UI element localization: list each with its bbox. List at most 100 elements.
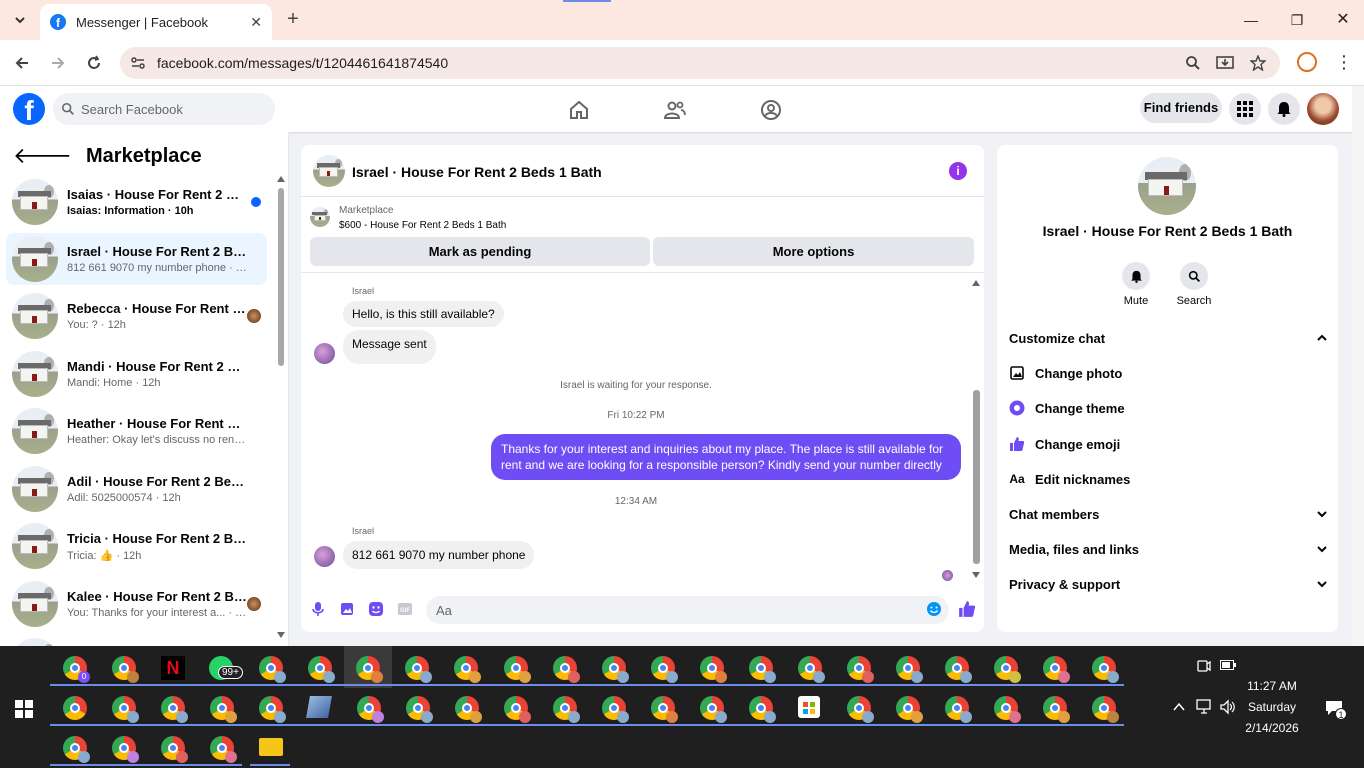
message-input[interactable] bbox=[426, 596, 949, 624]
chrome-icon[interactable] bbox=[896, 656, 923, 683]
chat-avatar[interactable] bbox=[313, 155, 345, 187]
search-in-chat-button[interactable]: Search bbox=[1174, 262, 1214, 307]
microphone-icon[interactable] bbox=[310, 601, 326, 617]
conversation-item[interactable]: Israel · House For Rent 2 Beds 1 ... 812 … bbox=[6, 233, 267, 285]
chat-members-section[interactable]: Chat members bbox=[1009, 499, 1327, 529]
photo-icon[interactable] bbox=[339, 601, 355, 617]
minimize-button[interactable]: — bbox=[1239, 8, 1263, 32]
chrome-icon[interactable] bbox=[847, 656, 874, 683]
chrome-icon[interactable] bbox=[798, 656, 825, 683]
reload-button[interactable] bbox=[82, 51, 106, 75]
groups-icon[interactable] bbox=[759, 98, 783, 122]
chat-scrollbar[interactable] bbox=[971, 278, 983, 580]
chrome-icon[interactable] bbox=[1043, 656, 1070, 683]
chrome-icon[interactable] bbox=[210, 736, 237, 763]
scroll-up-icon[interactable] bbox=[972, 280, 980, 286]
chrome-icon[interactable] bbox=[504, 656, 531, 683]
file-explorer-icon[interactable] bbox=[259, 738, 283, 756]
sidebar-scrollbar[interactable] bbox=[275, 172, 287, 646]
close-window-button[interactable]: ✕ bbox=[1331, 8, 1355, 32]
chrome-icon[interactable] bbox=[357, 696, 384, 723]
edit-nicknames-item[interactable]: Aa Edit nicknames bbox=[1009, 464, 1130, 494]
chrome-icon[interactable] bbox=[112, 696, 139, 723]
outgoing-message[interactable]: Thanks for your interest and inquiries a… bbox=[491, 434, 961, 480]
scroll-up-icon[interactable] bbox=[277, 176, 285, 182]
windows-start-icon[interactable] bbox=[15, 700, 33, 718]
chrome-icon[interactable] bbox=[553, 696, 580, 723]
chrome-icon[interactable] bbox=[455, 696, 482, 723]
account-avatar[interactable] bbox=[1307, 93, 1339, 125]
search-box[interactable] bbox=[53, 93, 275, 125]
friends-icon[interactable] bbox=[663, 98, 687, 122]
privacy-support-section[interactable]: Privacy & support bbox=[1009, 569, 1327, 599]
emoji-icon[interactable] bbox=[926, 601, 942, 617]
menu-icon[interactable]: ⋮ bbox=[1334, 52, 1354, 72]
notifications-button[interactable] bbox=[1268, 93, 1300, 125]
chrome-icon[interactable] bbox=[749, 656, 776, 683]
restore-button[interactable]: ❐ bbox=[1285, 8, 1309, 32]
site-info-icon[interactable] bbox=[130, 55, 146, 71]
chrome-icon[interactable] bbox=[945, 696, 972, 723]
chrome-icon[interactable] bbox=[112, 656, 139, 683]
scroll-down-icon[interactable] bbox=[277, 632, 285, 638]
zoom-icon[interactable] bbox=[1183, 53, 1203, 73]
conversation-item[interactable]: Tricia · House For Rent 2 Beds 1 ... Tric… bbox=[6, 520, 267, 572]
chrome-icon[interactable] bbox=[504, 696, 531, 723]
incoming-message[interactable]: Message sent bbox=[343, 330, 436, 364]
listing-thumbnail[interactable] bbox=[310, 207, 330, 227]
tab-search-button[interactable] bbox=[8, 8, 32, 32]
chrome-icon[interactable] bbox=[896, 696, 923, 723]
sender-avatar[interactable] bbox=[314, 546, 335, 567]
page-scrollbar[interactable] bbox=[1352, 86, 1364, 646]
chrome-icon[interactable] bbox=[749, 696, 776, 723]
more-options-button[interactable]: More options bbox=[653, 237, 974, 266]
chrome-icon[interactable] bbox=[259, 696, 286, 723]
conversation-item[interactable] bbox=[6, 635, 267, 646]
listing-title[interactable]: $600 - House For Rent 2 Beds 1 Bath bbox=[339, 220, 506, 231]
tab-close-icon[interactable]: ✕ bbox=[250, 14, 262, 31]
chrome-icon[interactable] bbox=[308, 656, 335, 683]
chrome-icon[interactable] bbox=[1092, 696, 1119, 723]
chrome-icon[interactable] bbox=[553, 656, 580, 683]
new-tab-button[interactable]: + bbox=[282, 8, 304, 30]
back-button[interactable] bbox=[10, 51, 34, 75]
customize-chat-section[interactable]: Customize chat bbox=[1009, 323, 1327, 353]
chrome-icon[interactable] bbox=[161, 736, 188, 763]
chrome-icon[interactable] bbox=[1092, 656, 1119, 683]
notes-app-icon[interactable] bbox=[306, 696, 332, 718]
chrome-icon[interactable] bbox=[945, 656, 972, 683]
chrome-icon[interactable] bbox=[602, 696, 629, 723]
chrome-icon[interactable] bbox=[700, 696, 727, 723]
mute-button[interactable]: Mute bbox=[1116, 262, 1156, 307]
menu-grid-button[interactable] bbox=[1229, 93, 1261, 125]
chrome-icon[interactable] bbox=[63, 696, 87, 720]
chat-scroll-thumb[interactable] bbox=[973, 390, 980, 564]
show-hidden-icons-icon[interactable] bbox=[1173, 702, 1185, 712]
search-input[interactable] bbox=[81, 101, 261, 117]
conversation-item[interactable]: Kalee · House For Rent 2 Bed... You: Than… bbox=[6, 578, 267, 630]
install-app-icon[interactable] bbox=[1215, 53, 1235, 73]
sticker-icon[interactable] bbox=[368, 601, 384, 617]
conversation-item[interactable]: Heather · House For Rent 2 Bed... Heather… bbox=[6, 405, 267, 457]
conversation-item[interactable]: Mandi · House For Rent 2 Beds ... Mandi: … bbox=[6, 348, 267, 400]
sender-avatar[interactable] bbox=[314, 343, 335, 364]
conversation-item[interactable]: Rebecca · House For Rent 2 B... You: ? · … bbox=[6, 290, 267, 342]
system-clock[interactable]: 11:27 AM Saturday 2/14/2026 bbox=[1240, 676, 1304, 739]
chrome-icon[interactable] bbox=[112, 736, 139, 763]
conversation-item[interactable]: Isaias · House For Rent 2 Beds... Isaias:… bbox=[6, 176, 267, 228]
browser-tab[interactable]: f Messenger | Facebook ✕ bbox=[40, 4, 272, 40]
change-emoji-item[interactable]: Change emoji bbox=[1009, 429, 1120, 459]
incoming-message[interactable]: Hello, is this still available? bbox=[343, 301, 504, 327]
profile-icon[interactable] bbox=[1297, 52, 1317, 72]
chrome-icon[interactable] bbox=[405, 656, 432, 683]
mark-pending-button[interactable]: Mark as pending bbox=[310, 237, 650, 266]
netflix-icon[interactable]: N bbox=[161, 656, 185, 680]
network-icon[interactable] bbox=[1196, 699, 1214, 715]
volume-icon[interactable] bbox=[1219, 699, 1237, 715]
chrome-icon[interactable] bbox=[847, 696, 874, 723]
bookmark-star-icon[interactable] bbox=[1248, 53, 1268, 73]
details-avatar[interactable] bbox=[1138, 157, 1196, 215]
chrome-icon[interactable] bbox=[210, 696, 237, 723]
chrome-icon[interactable] bbox=[994, 696, 1021, 723]
sidebar-scroll-thumb[interactable] bbox=[278, 188, 284, 366]
